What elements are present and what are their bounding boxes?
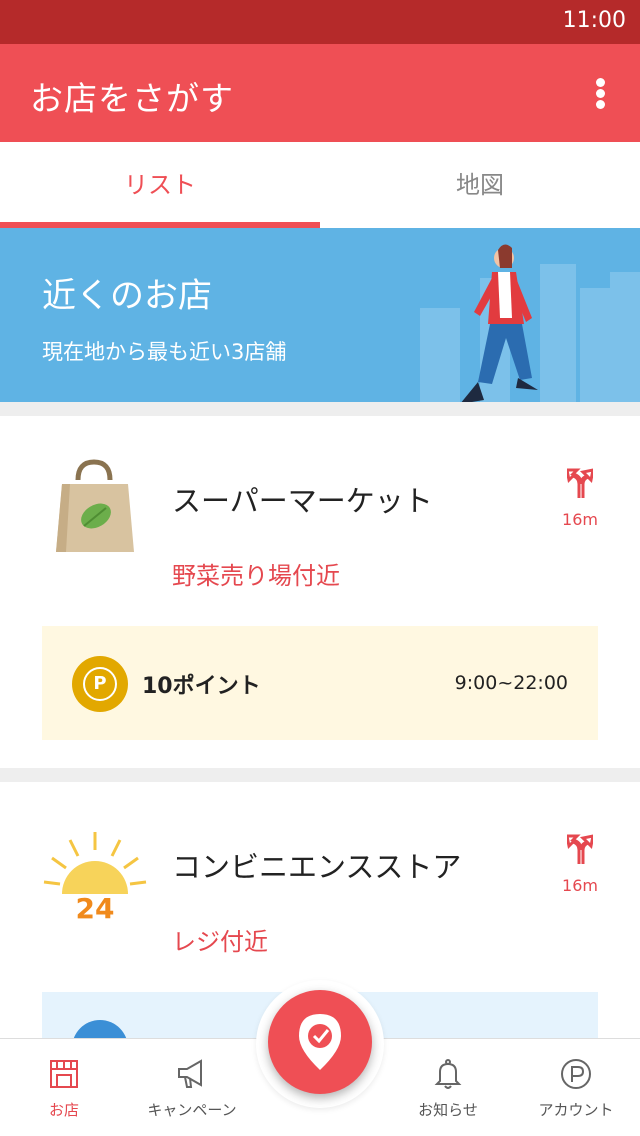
banner-subtitle: 現在地から最も近い3店舗 [42,340,287,364]
shopping-bag-icon [56,459,134,552]
app-bar: お店をさがす [0,44,640,142]
page-title: お店をさがす [30,79,234,118]
status-bar: 11:00 [0,0,640,44]
nav-item-notifications[interactable]: お知らせ [384,1039,512,1136]
points-value: 10ポイント [142,674,261,699]
distance-text: 16m [562,510,598,529]
checkin-fab[interactable] [268,990,372,1094]
tab-bar: リスト 地図 [0,142,640,228]
nav-label: お店 [48,1101,79,1119]
store-icon [50,1060,78,1088]
store-info-box: P 10ポイント 9:00~22:00 [42,626,598,740]
status-time: 11:00 [562,8,626,33]
store-name: スーパーマーケット [172,484,433,518]
store-location: 野菜売り場付近 [172,562,340,590]
more-vert-icon[interactable] [596,78,606,109]
tab-map[interactable]: 地図 [320,142,640,228]
nav-item-campaign[interactable]: キャンペーン [128,1039,256,1136]
point-p-icon [561,1059,591,1089]
walking-woman-illustration [420,244,640,402]
nav-label: お知らせ [418,1101,478,1119]
svg-text:24: 24 [76,892,115,922]
sun-24-icon: 24 [43,832,147,922]
nearby-banner: 近くのお店 現在地から最も近い3店舗 [0,228,640,402]
nav-item-account[interactable]: アカウント [512,1039,640,1136]
store-location: レジ付近 [172,928,268,956]
location-check-icon [299,1014,341,1070]
directions-icon [567,468,593,498]
directions-icon [567,834,593,864]
tab-list[interactable]: リスト [0,142,320,228]
nav-label: アカウント [538,1101,614,1119]
business-hours: 9:00~22:00 [454,672,568,694]
nav-label: キャンペーン [147,1101,237,1119]
distance-indicator[interactable]: 16m [560,468,600,529]
store-card[interactable]: スーパーマーケット 野菜売り場付近 16m P 10ポイント 9:00~22:0… [0,416,640,768]
distance-text: 16m [562,876,598,895]
distance-indicator[interactable]: 16m [560,834,600,895]
store-name: コンビニエンスストア [172,850,462,884]
bell-icon [434,1059,462,1089]
nav-item-store[interactable]: お店 [0,1039,128,1136]
megaphone-icon [178,1059,202,1088]
banner-title: 近くのお店 [42,276,212,316]
point-badge-icon: P [72,656,128,712]
